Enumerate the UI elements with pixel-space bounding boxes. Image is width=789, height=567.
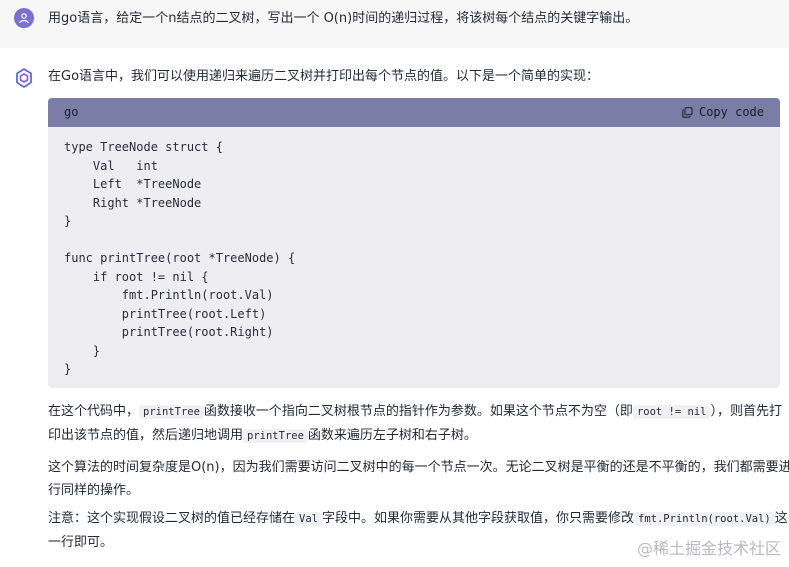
user-message: 用go语言，给定一个n结点的二叉树，写出一个 O(n)时间的递归过程，将该树每个… [0,0,789,48]
assistant-intro-text: 在Go语言中，我们可以使用递归来遍历二叉树并打印出每个节点的值。以下是一个简单的… [48,69,600,84]
text-span: 在这个代码中， [48,404,140,419]
copy-code-label: Copy code [698,105,764,119]
assistant-logo-icon [12,66,36,90]
copy-code-button[interactable]: Copy code [682,105,764,119]
text-span: ），则首先打 [710,404,782,419]
inline-code: printTree [139,405,204,419]
inline-code: Val [295,512,322,526]
clipboard-icon [682,106,693,118]
explanation-paragraph-2: 这个算法的时间复杂度是O(n)，因为我们需要访问二叉树中的每一个节点一次。无论二… [48,456,789,502]
text-span: 印出该节点的值，然后递归地调用 [48,428,244,443]
code-line: func printTree(root *TreeNode) { [64,251,296,265]
inline-code: root != nil [632,405,711,419]
paragraph-line: 在这个代码中， printTree 函数接收一个指向二叉树根节点的指针作为参数。如果… [48,400,782,424]
code-content: type TreeNode struct { Val int Left *Tre… [64,138,295,379]
code-line: Left *TreeNode [64,177,202,191]
watermark: @稀土掘金技术社区 [637,535,781,559]
code-block: go Copy code type TreeNode struct { Val … [48,98,780,388]
paragraph-line: 印出该节点的值，然后递归地调用 printTree 函数来遍历左子树和右子树。 [48,424,780,448]
code-language-label: go [64,105,79,119]
code-line: } [64,362,72,376]
text-span: 函数来遍历左子树和右子树。 [307,428,477,443]
code-line: printTree(root.Left) [64,306,267,321]
watermark-text: @稀土掘金技术社区 [636,539,781,558]
user-icon [14,8,34,28]
code-line: printTree(root.Right) [64,325,274,339]
text-span: 这 [774,511,788,526]
inline-code: printTree [243,429,308,443]
explanation-paragraph-1: 在这个代码中， printTree 函数接收一个指向二叉树根节点的指针作为参数。如果… [48,400,782,448]
code-line: fmt.Println(root.Val) [64,288,274,302]
code-line: Right *TreeNode [64,195,202,210]
code-header: go Copy code [48,98,780,127]
text-span: 字段中。如果你需要从其他字段获取值，你只需要修改 [321,511,634,526]
text-span: 函数接收一个指向二叉树根节点的指针作为参数。如果这个节点不为空（即 [203,404,633,419]
user-question-text: 用go语言，给定一个n结点的二叉树，写出一个 O(n)时间的递归过程，将该树每个… [48,11,639,26]
paragraph-line: 这个算法的时间复杂度是O(n)，因为我们需要访问二叉树中的每一个节点一次。无论二… [48,460,789,475]
paragraph-line: 注意：这个实现假设二叉树的值已经存储在 Val 字段中。如果你需要从其他字段获取值，… [48,507,788,531]
paragraph-line: 行同样的操作。 [48,483,140,498]
code-line: type TreeNode struct { [64,140,223,154]
code-line: } [64,343,101,358]
code-line: } [64,214,72,228]
inline-code: fmt.Println(root.Val) [634,512,775,526]
code-line: Val int [64,158,158,173]
text-span: 注意：这个实现假设二叉树的值已经存储在 [48,511,296,526]
code-line: if root != nil { [64,269,209,284]
